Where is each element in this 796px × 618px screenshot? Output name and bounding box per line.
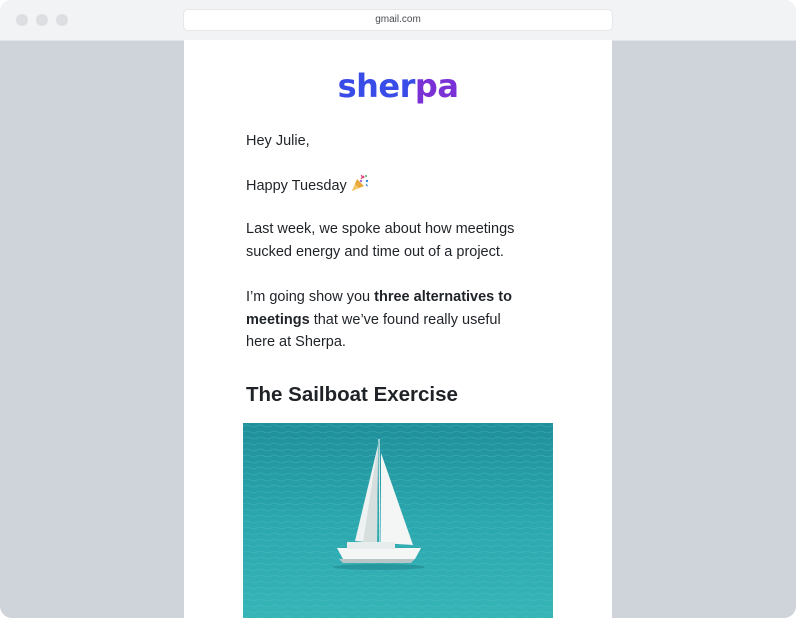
greeting: Hey Julie,	[246, 133, 310, 149]
window-close-dot[interactable]	[16, 14, 28, 26]
sailboat-photo	[243, 423, 553, 618]
logo-text-sher: sher	[337, 67, 416, 105]
last-week-paragraph: Last week, we spoke about how meetings s…	[246, 221, 515, 260]
logo-text-pa: pa	[414, 67, 459, 105]
sherpa-logo: sherpa	[184, 66, 612, 106]
address-bar[interactable]: gmail.com	[184, 10, 612, 30]
window-maximize-dot[interactable]	[56, 14, 68, 26]
party-popper-icon	[350, 174, 370, 200]
window-minimize-dot[interactable]	[36, 14, 48, 26]
happy-tuesday-text: Happy Tuesday	[246, 178, 347, 194]
section-heading: The Sailboat Exercise	[246, 383, 458, 406]
email-body: sherpa Hey Julie, Happy Tuesday Last wee…	[184, 40, 612, 618]
browser-window: gmail.com sherpa Hey Julie, Happy Tuesda…	[0, 0, 796, 618]
alternatives-prefix: I’m going show you	[246, 289, 375, 305]
browser-titlebar: gmail.com	[0, 0, 796, 41]
alternatives-paragraph: I’m going show you three alternatives to…	[246, 286, 526, 354]
happy-tuesday-line: Happy Tuesday	[246, 174, 536, 200]
